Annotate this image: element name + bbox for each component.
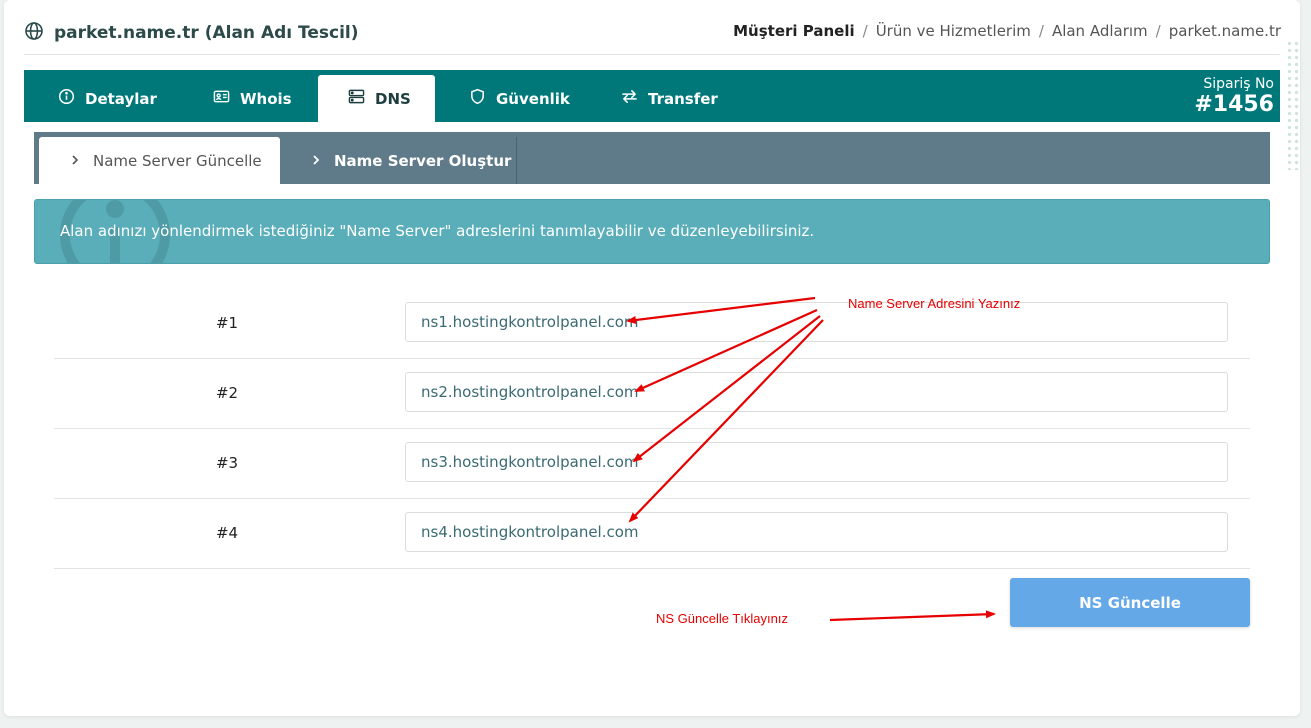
nameserver-row: #1 — [54, 288, 1250, 359]
globe-icon — [24, 21, 44, 46]
nameserver-input-4[interactable] — [405, 512, 1228, 552]
decorative-dots — [1286, 40, 1300, 170]
annotation-ns-hint: Name Server Adresini Yazınız — [848, 296, 1021, 311]
order-value: #1456 — [1194, 92, 1274, 117]
annotation-button-hint: NS Güncelle Tıklayınız — [656, 611, 788, 626]
header-divider — [24, 54, 1280, 55]
nameserver-row: #4 — [54, 498, 1250, 569]
breadcrumb-item-current: parket.name.tr — [1168, 22, 1281, 40]
subtab-bar: Name Server Güncelle Name Server Oluştur — [34, 132, 1270, 184]
tab-whois[interactable]: Whois — [179, 75, 318, 122]
tab-label: Transfer — [648, 89, 718, 108]
page-title-text: parket.name.tr (Alan Adı Tescil) — [54, 23, 359, 43]
tab-label: Detaylar — [85, 89, 157, 108]
alert-text: Alan adınızı yönlendirmek istediğiniz "N… — [60, 222, 815, 240]
order-label: Sipariş No — [1203, 76, 1274, 92]
breadcrumb-item-domains[interactable]: Alan Adlarım — [1052, 22, 1148, 40]
tab-detaylar[interactable]: Detaylar — [24, 75, 179, 122]
breadcrumb-item-products[interactable]: Ürün ve Hizmetlerim — [876, 22, 1031, 40]
nameserver-input-3[interactable] — [405, 442, 1228, 482]
info-alert: Alan adınızı yönlendirmek istediğiniz "N… — [34, 199, 1270, 264]
tab-dns[interactable]: DNS — [318, 75, 435, 122]
nameserver-label: #2 — [215, 384, 239, 402]
tab-label: Güvenlik — [496, 89, 570, 108]
tab-transfer[interactable]: Transfer — [587, 75, 747, 122]
nameserver-label: #4 — [215, 524, 239, 542]
breadcrumb: Müşteri Paneli / Ürün ve Hizmetlerim / A… — [733, 22, 1281, 40]
server-icon — [348, 88, 365, 109]
tab-label: DNS — [375, 89, 411, 108]
shield-icon — [469, 88, 486, 109]
nameserver-label: #3 — [215, 454, 239, 472]
tab-bar: Detaylar Whois DNS Güvenlik Transfer Sip… — [24, 70, 1280, 122]
nameserver-row: #2 — [54, 358, 1250, 429]
chevron-right-icon — [69, 152, 81, 170]
ns-update-button[interactable]: NS Güncelle — [1010, 578, 1250, 627]
nameserver-input-1[interactable] — [405, 302, 1228, 342]
subtab-label: Name Server Oluştur — [334, 151, 512, 170]
nameserver-row: #3 — [54, 428, 1250, 499]
breadcrumb-separator: / — [862, 22, 868, 40]
breadcrumb-separator: / — [1155, 22, 1161, 40]
page-title: parket.name.tr (Alan Adı Tescil) — [24, 20, 359, 46]
subtab-name-server-olustur[interactable]: Name Server Oluştur — [280, 137, 517, 184]
tab-guvenlik[interactable]: Güvenlik — [435, 75, 587, 122]
breadcrumb-separator: / — [1038, 22, 1044, 40]
nameserver-label: #1 — [215, 314, 239, 332]
subtab-label: Name Server Güncelle — [93, 151, 262, 170]
subtab-name-server-guncelle[interactable]: Name Server Güncelle — [39, 137, 280, 184]
id-card-icon — [213, 88, 230, 109]
tab-label: Whois — [240, 89, 292, 108]
order-number: Sipariş No #1456 — [1194, 76, 1274, 118]
chevron-right-icon — [310, 152, 322, 170]
breadcrumb-item-panel[interactable]: Müşteri Paneli — [733, 22, 855, 40]
transfer-icon — [621, 88, 638, 109]
info-icon — [58, 88, 75, 109]
nameserver-input-2[interactable] — [405, 372, 1228, 412]
